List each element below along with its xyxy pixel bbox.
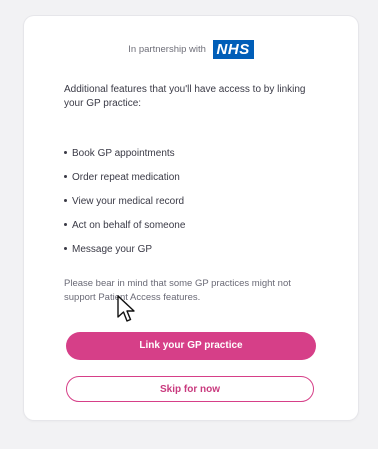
bullet-icon [64, 222, 67, 226]
compatibility-note: Please bear in mind that some GP practic… [64, 278, 291, 303]
list-item: View your medical record [64, 195, 185, 219]
intro-text: Additional features that you'll have acc… [64, 84, 306, 109]
partnership-header: In partnership with NHS [24, 40, 358, 59]
list-item: Message your GP [64, 243, 185, 267]
bullet-icon [64, 174, 67, 178]
bullet-icon [64, 246, 67, 250]
link-gp-practice-card: In partnership with NHS Additional featu… [24, 16, 358, 420]
skip-for-now-button[interactable]: Skip for now [66, 376, 314, 402]
bullet-icon [64, 198, 67, 202]
mouse-pointer-icon [117, 295, 135, 322]
bullet-icon [64, 150, 67, 154]
list-item: Order repeat medication [64, 171, 185, 195]
nhs-logo: NHS [212, 40, 254, 59]
list-item: Book GP appointments [64, 147, 185, 171]
link-gp-practice-button[interactable]: Link your GP practice [66, 332, 316, 360]
partnership-text: In partnership with [128, 44, 206, 55]
feature-list: Book GP appointments Order repeat medica… [64, 147, 185, 267]
list-item: Act on behalf of someone [64, 219, 185, 243]
